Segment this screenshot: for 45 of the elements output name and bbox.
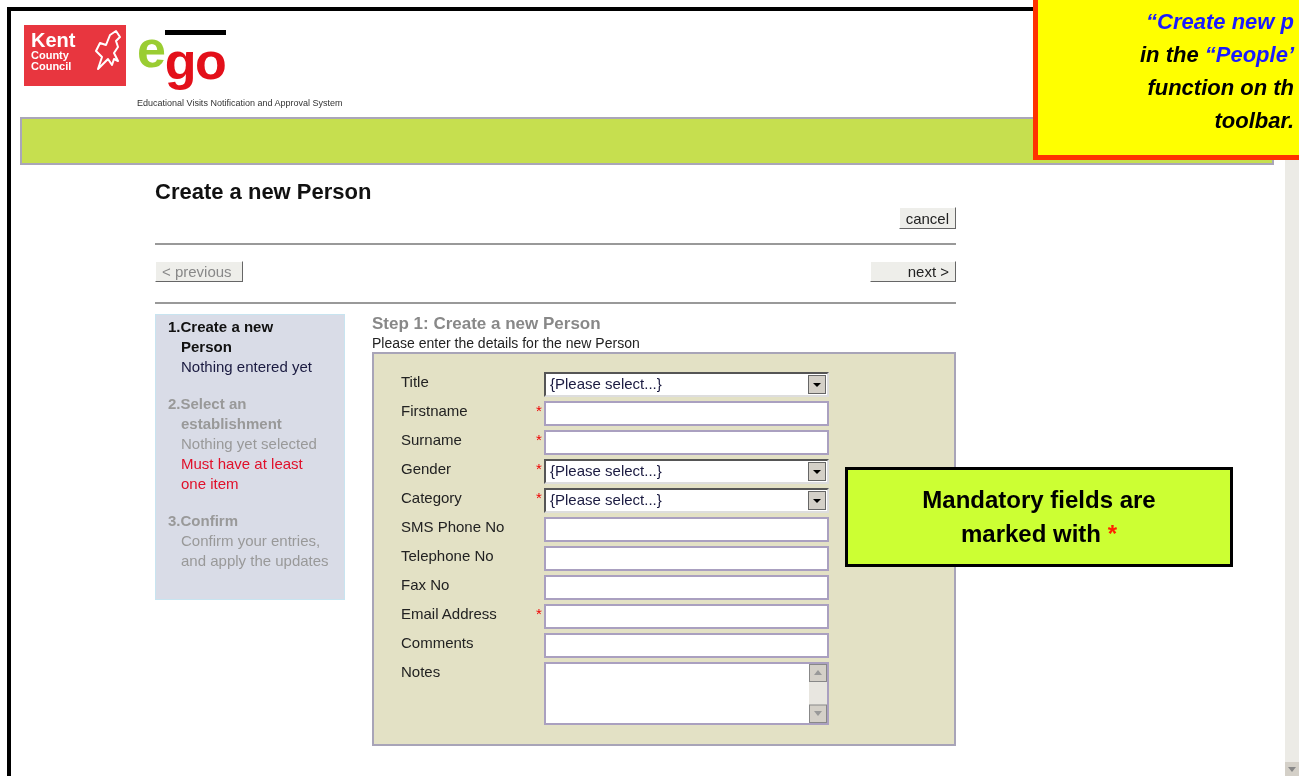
app-subtitle: Educational Visits Notification and Approval System xyxy=(137,97,343,110)
required-asterisk: * xyxy=(536,489,542,506)
note-text: Mandatory fields are xyxy=(922,485,1156,515)
text-field[interactable] xyxy=(544,401,829,426)
form-intro: Please enter the details for the new Person xyxy=(372,334,641,352)
callout-text: toolbar. xyxy=(1214,107,1294,135)
field-label: SMS Phone No xyxy=(401,517,506,537)
callout-text: “Create new p xyxy=(1146,8,1294,36)
text-field[interactable] xyxy=(544,575,829,600)
wizard-step: 2.Select an establishment Nothing yet selected Must have at least one item xyxy=(168,394,333,494)
required-asterisk: * xyxy=(536,605,542,622)
field-label: Email Address xyxy=(401,604,498,624)
field-label: Firstname xyxy=(401,401,469,421)
text-field[interactable] xyxy=(544,430,829,455)
required-asterisk: * xyxy=(536,402,542,419)
page-title: Create a new Person xyxy=(155,179,373,205)
note-text: marked with * xyxy=(960,519,1118,549)
select-field[interactable]: {Please select...} xyxy=(544,372,829,397)
text-field[interactable] xyxy=(544,633,829,658)
callout-text: function on th xyxy=(1147,74,1294,102)
field-label: Category xyxy=(401,488,463,508)
council-logo: Kent County Council xyxy=(24,25,126,86)
select-field[interactable]: {Please select...} xyxy=(544,488,829,513)
field-label: Fax No xyxy=(401,575,451,595)
field-label: Comments xyxy=(401,633,475,653)
select-field[interactable]: {Please select...} xyxy=(544,459,829,484)
field-label: Notes xyxy=(401,662,442,682)
notes-field[interactable] xyxy=(544,662,829,725)
wizard-step: 3.Confirm Confirm your entries, and apply the updates xyxy=(168,511,333,571)
form-heading: Step 1: Create a new Person xyxy=(372,314,602,334)
wizard-step: 1.Create a new Person Nothing entered yet xyxy=(168,317,333,377)
next-button[interactable]: next > xyxy=(870,261,956,282)
scrollbar-icon xyxy=(809,664,827,723)
required-asterisk: * xyxy=(536,460,542,477)
field-label: Telephone No xyxy=(401,546,495,566)
required-asterisk: * xyxy=(536,431,542,448)
field-label: Surname xyxy=(401,430,463,450)
field-label: Gender xyxy=(401,459,453,479)
callout-text: in the “People’ xyxy=(1139,41,1294,69)
text-field[interactable] xyxy=(544,604,829,629)
cancel-button[interactable]: cancel xyxy=(898,207,956,229)
scroll-down-icon[interactable] xyxy=(1285,762,1299,776)
text-field[interactable] xyxy=(544,546,829,571)
field-label: Title xyxy=(401,372,430,392)
text-field[interactable] xyxy=(544,517,829,542)
